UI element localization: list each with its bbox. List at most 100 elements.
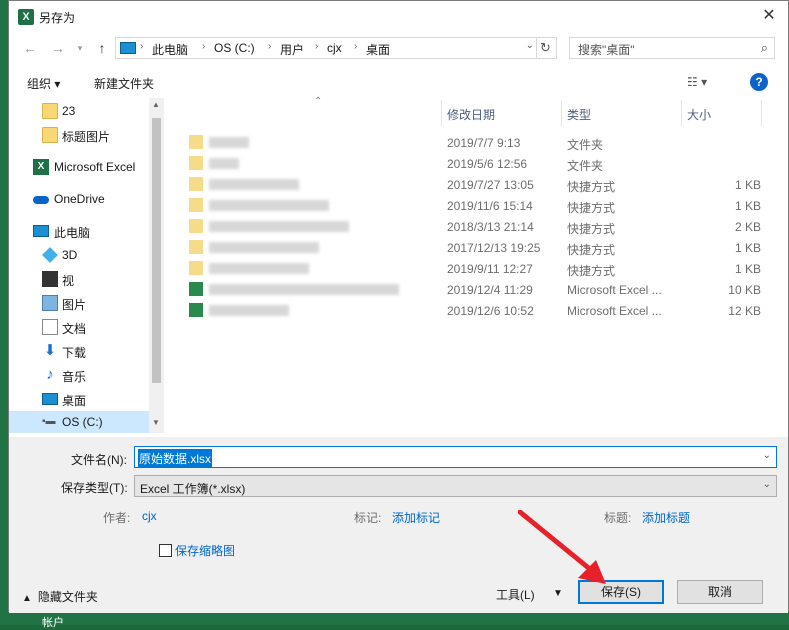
help-icon[interactable]: ? <box>750 73 768 91</box>
sidebar-item-music[interactable]: ♪ 音乐 <box>9 364 149 386</box>
file-name-redacted <box>209 284 399 295</box>
file-row[interactable]: 2017/12/13 19:25 快捷方式 1 KB <box>164 237 779 258</box>
add-title-link[interactable]: 添加标题 <box>642 509 690 526</box>
recent-locations-chevron-icon[interactable]: ▾ <box>71 39 89 57</box>
save-thumbnail-label[interactable]: 保存缩略图 <box>175 542 235 559</box>
navigation-pane: 23 标题图片 X Microsoft Excel OneDrive 此电脑 3… <box>9 98 164 433</box>
sidebar-item-this-pc[interactable]: 此电脑 <box>9 220 149 242</box>
scroll-up-icon[interactable]: ▲ <box>152 100 160 109</box>
breadcrumb-desktop[interactable]: 桌面 <box>366 41 390 58</box>
file-row[interactable]: 2019/7/27 13:05 快捷方式 1 KB <box>164 174 779 195</box>
music-icon: ♪ <box>46 366 54 383</box>
sidebar-item-videos[interactable]: 视 <box>9 268 149 290</box>
file-name-redacted <box>209 221 349 232</box>
view-options-icon[interactable]: ☷ ▾ <box>687 75 707 89</box>
sidebar-item-documents[interactable]: 文档 <box>9 316 149 338</box>
search-box[interactable]: 搜索"桌面" ⌕ <box>569 37 775 59</box>
shortcut-icon <box>189 198 203 212</box>
author-label: 作者: <box>103 511 131 525</box>
sidebar-item-os-drive[interactable]: ▪▬ OS (C:) <box>9 411 149 433</box>
folder-icon <box>42 127 58 143</box>
file-row[interactable]: 2019/7/7 9:13 文件夹 <box>164 132 779 153</box>
excel-app-icon: X <box>18 9 34 25</box>
cancel-button[interactable]: 取消 <box>677 580 763 604</box>
sidebar-item-onedrive[interactable]: OneDrive <box>9 188 149 210</box>
folder-icon <box>189 135 203 149</box>
tools-menu[interactable]: 工具(L) <box>496 586 535 603</box>
new-folder-button[interactable]: 新建文件夹 <box>94 75 154 92</box>
documents-icon <box>42 319 58 335</box>
sidebar-item-desktop[interactable]: 桌面 <box>9 388 149 410</box>
chevron-down-icon[interactable]: ▼ <box>553 588 563 599</box>
sidebar-item-downloads[interactable]: ⬇ 下载 <box>9 340 149 362</box>
file-row[interactable]: 2019/9/11 12:27 快捷方式 1 KB <box>164 258 779 279</box>
file-row[interactable]: 2018/3/13 21:14 快捷方式 2 KB <box>164 216 779 237</box>
excel-file-icon <box>189 303 203 317</box>
chevron-down-icon[interactable]: ⌄ <box>763 450 771 461</box>
save-button[interactable]: 保存(S) <box>578 580 664 604</box>
filetype-select[interactable]: Excel 工作簿(*.xlsx) ⌄ <box>134 475 777 497</box>
save-as-dialog: X 另存为 ✕ ← → ▾ ↑ › 此电脑 › OS (C:) › 用户 › c… <box>8 0 789 613</box>
file-name-redacted <box>209 200 329 211</box>
filename-label: 文件名(N): <box>71 453 127 467</box>
scrollbar-thumb[interactable] <box>152 118 161 383</box>
sidebar-item-pictures[interactable]: 图片 <box>9 292 149 314</box>
title-label: 标题: <box>604 511 632 525</box>
forward-arrow-icon[interactable]: → <box>49 39 67 57</box>
close-icon[interactable]: ✕ <box>754 3 784 29</box>
excel-file-icon <box>189 282 203 296</box>
navigation-bar: ← → ▾ ↑ › 此电脑 › OS (C:) › 用户 › cjx › 桌面 … <box>9 35 788 61</box>
file-row[interactable]: 2019/11/6 15:14 快捷方式 1 KB <box>164 195 779 216</box>
hide-folders-toggle[interactable]: ▲ 隐藏文件夹 <box>22 588 98 605</box>
file-name-redacted <box>209 137 249 148</box>
desktop-icon <box>42 393 58 405</box>
save-options-panel: 文件名(N): 原始数据.xlsx ⌄ 保存类型(T): Excel 工作簿(*… <box>9 437 788 613</box>
drive-icon: ▪▬ <box>42 416 56 427</box>
folder-icon <box>189 156 203 170</box>
file-row[interactable]: 2019/12/4 11:29 Microsoft Excel ... 10 K… <box>164 279 779 300</box>
file-row[interactable]: 2019/5/6 12:56 文件夹 <box>164 153 779 174</box>
onedrive-icon <box>33 191 49 207</box>
breadcrumb-this-pc[interactable]: 此电脑 <box>152 41 188 58</box>
back-arrow-icon[interactable]: ← <box>21 39 39 57</box>
file-name-redacted <box>209 305 289 316</box>
column-header-date[interactable]: 修改日期 <box>447 106 495 123</box>
refresh-icon[interactable]: ↻ <box>536 38 554 58</box>
organize-button[interactable]: 组织 ▾ <box>27 75 60 92</box>
breadcrumb-users[interactable]: 用户 <box>280 41 304 58</box>
video-icon <box>42 271 58 287</box>
breadcrumb-drive[interactable]: OS (C:) <box>214 41 255 55</box>
sidebar-item-title-images[interactable]: 标题图片 <box>9 124 149 146</box>
file-name-redacted <box>209 158 239 169</box>
column-header-type[interactable]: 类型 <box>567 106 591 123</box>
file-name-redacted <box>209 179 299 190</box>
shortcut-icon <box>189 240 203 254</box>
file-name-redacted <box>209 263 309 274</box>
title-bar: X 另存为 ✕ <box>9 1 788 33</box>
chevron-up-icon: ▲ <box>22 593 32 604</box>
address-dropdown-icon[interactable]: ⌄ <box>526 40 534 51</box>
add-tags-link[interactable]: 添加标记 <box>392 509 440 526</box>
sidebar-item-23[interactable]: 23 <box>9 100 149 122</box>
file-name-redacted <box>209 242 319 253</box>
author-value[interactable]: cjx <box>142 509 157 523</box>
filename-input[interactable]: 原始数据.xlsx ⌄ <box>134 446 777 468</box>
save-thumbnail-checkbox[interactable] <box>159 544 172 557</box>
folder-icon <box>42 103 58 119</box>
filename-value: 原始数据.xlsx <box>138 449 213 468</box>
column-header-size[interactable]: 大小 <box>687 106 711 123</box>
sidebar-item-3d-objects[interactable]: 3D <box>9 244 149 266</box>
dialog-title: 另存为 <box>39 11 76 25</box>
up-arrow-icon[interactable]: ↑ <box>93 39 111 57</box>
excel-icon: X <box>33 159 49 175</box>
3d-objects-icon <box>42 247 58 263</box>
sidebar-scrollbar[interactable]: ▲ ▼ <box>149 98 164 433</box>
scroll-down-icon[interactable]: ▼ <box>152 418 160 427</box>
address-bar[interactable]: › 此电脑 › OS (C:) › 用户 › cjx › 桌面 ⌄ ↻ <box>115 37 557 59</box>
tags-label: 标记: <box>354 511 382 525</box>
breadcrumb-cjx[interactable]: cjx <box>327 41 342 55</box>
file-row[interactable]: 2019/12/6 10:52 Microsoft Excel ... 12 K… <box>164 300 779 321</box>
pc-icon <box>120 42 136 54</box>
sidebar-item-microsoft-excel[interactable]: X Microsoft Excel <box>9 156 149 178</box>
search-icon: ⌕ <box>760 40 768 55</box>
